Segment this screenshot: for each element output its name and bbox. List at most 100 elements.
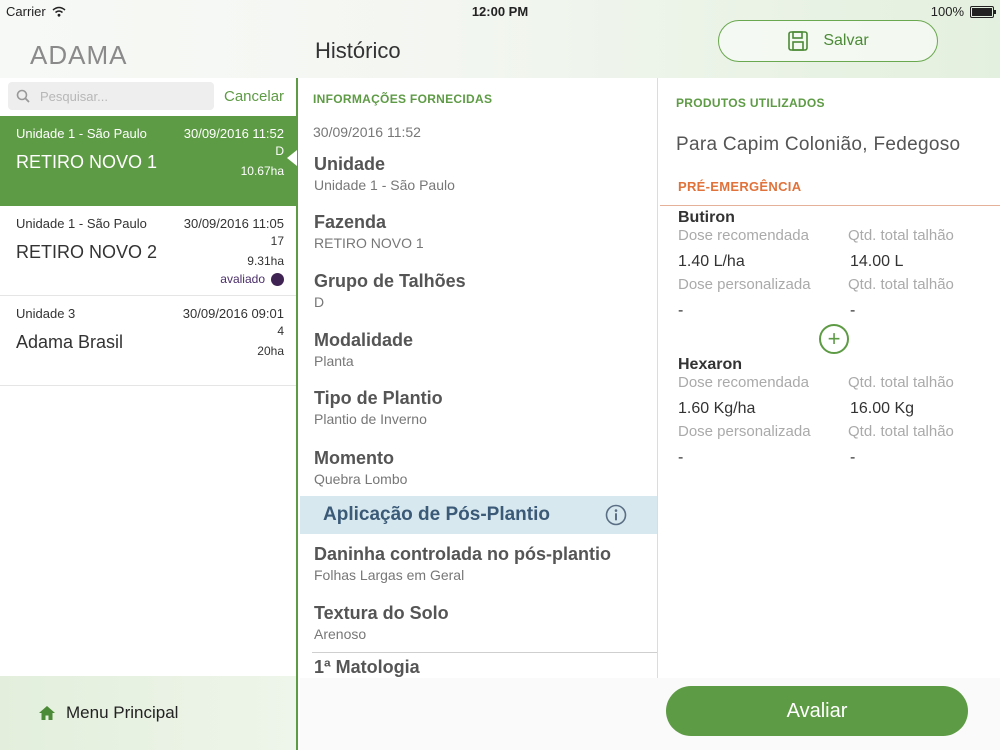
- battery-icon: [970, 5, 996, 18]
- dose-recommended-value: 1.60 Kg/ha: [678, 400, 756, 417]
- item-area: 10.67ha: [240, 164, 284, 178]
- field-value: RETIRO NOVO 1: [314, 235, 424, 251]
- item-date: 30/09/2016 11:05: [183, 216, 284, 231]
- products-section-title: PRODUTOS UTILIZADOS: [676, 96, 825, 110]
- field-first-weed-survey: 1ª Matologia: [314, 657, 420, 678]
- history-item[interactable]: Unidade 3 30/09/2016 09:01 Adama Brasil …: [0, 296, 296, 386]
- post-planting-title: Aplicação de Pós-Plantio: [323, 504, 550, 525]
- field-label: Textura do Solo: [314, 603, 449, 623]
- field-label: Momento: [314, 448, 394, 468]
- app-logo: ADAMA: [30, 40, 128, 70]
- evaluated-label: avaliado: [220, 272, 265, 286]
- total-qty-custom-value: -: [850, 449, 856, 466]
- main-menu-label: Menu Principal: [66, 703, 179, 722]
- item-unit: Unidade 1 - São Paulo: [16, 216, 147, 231]
- field-label: Unidade: [314, 154, 386, 174]
- field-controlled-weed: Daninha controlada no pós-plantio Folhas…: [314, 544, 611, 583]
- item-date: 30/09/2016 11:52: [183, 126, 284, 141]
- status-time: 12:00 PM: [471, 4, 529, 19]
- field-moment: Momento Quebra Lombo: [314, 448, 407, 487]
- field-unit: Unidade Unidade 1 - São Paulo: [314, 154, 455, 193]
- item-code: D: [275, 144, 284, 158]
- field-value: Unidade 1 - São Paulo: [314, 177, 455, 193]
- field-label: Daninha controlada no pós-plantio: [314, 544, 611, 564]
- dose-custom-value: -: [678, 302, 684, 319]
- evaluated-badge: avaliado: [220, 272, 284, 286]
- save-label: Salvar: [823, 32, 869, 49]
- item-unit: Unidade 1 - São Paulo: [16, 126, 147, 141]
- cancel-button[interactable]: Cancelar: [224, 88, 284, 105]
- history-item[interactable]: Unidade 1 - São Paulo 30/09/2016 11:05 R…: [0, 206, 296, 296]
- field-label: Tipo de Plantio: [314, 388, 443, 408]
- pre-emergence-title: PRÉ-EMERGÊNCIA: [678, 179, 802, 194]
- item-code: 4: [277, 324, 284, 338]
- pre-emergence-divider: [660, 205, 1000, 206]
- field-plot-group: Grupo de Talhões D: [314, 271, 466, 310]
- field-farm: Fazenda RETIRO NOVO 1: [314, 212, 424, 251]
- field-planting-type: Tipo de Plantio Plantio de Inverno: [314, 388, 443, 427]
- products-target: Para Capim Colonião, Fedegoso: [676, 134, 961, 155]
- add-product-button[interactable]: +: [819, 324, 849, 354]
- main-menu-button[interactable]: Menu Principal: [0, 676, 296, 750]
- total-qty-label: Qtd. total talhão: [848, 227, 954, 244]
- total-qty-custom-value: -: [850, 302, 856, 319]
- battery: 100%: [930, 4, 996, 19]
- field-label: Grupo de Talhões: [314, 271, 466, 291]
- evaluated-dot-icon: [271, 272, 284, 286]
- field-value: Planta: [314, 353, 354, 369]
- product-name: Hexaron: [678, 356, 743, 373]
- evaluate-button[interactable]: Avaliar: [666, 686, 968, 736]
- info-section-title: INFORMAÇÕES FORNECIDAS: [313, 92, 493, 106]
- field-label: Fazenda: [314, 212, 387, 232]
- field-value: Quebra Lombo: [314, 471, 408, 487]
- history-item-selected[interactable]: Unidade 1 - São Paulo 30/09/2016 11:52 R…: [0, 116, 297, 206]
- item-unit: Unidade 3: [16, 306, 76, 321]
- post-planting-section: Aplicação de Pós-Plantio: [300, 496, 657, 534]
- product-name: Butiron: [678, 209, 735, 226]
- item-code: 17: [270, 234, 284, 248]
- product-butiron: Butiron Dose recomendada Qtd. total talh…: [678, 209, 998, 324]
- field-soil-texture: Textura do Solo Arenoso: [314, 603, 449, 642]
- total-qty-value: 14.00 L: [850, 253, 904, 270]
- dose-custom-label: Dose personalizada: [678, 276, 811, 293]
- field-value: D: [314, 294, 325, 310]
- search-icon: [16, 89, 30, 103]
- selection-notch: [287, 150, 297, 166]
- status-bar: Carrier 12:00 PM 100%: [0, 0, 1000, 22]
- home-icon: [39, 706, 55, 720]
- info-date: 30/09/2016 11:52: [313, 124, 421, 140]
- history-sidebar: Cancelar Unidade 1 - São Paulo 30/09/201…: [0, 78, 298, 750]
- search-bar[interactable]: [8, 82, 214, 110]
- item-area: 9.31ha: [247, 254, 284, 268]
- field-label: Modalidade: [314, 330, 414, 350]
- total-qty-label: Qtd. total talhão: [848, 423, 954, 440]
- battery-label: 100%: [930, 4, 964, 19]
- field-modality: Modalidade Planta: [314, 330, 413, 369]
- action-bar: Avaliar: [300, 678, 1000, 750]
- total-qty-label: Qtd. total talhão: [848, 276, 954, 293]
- dose-recommended-label: Dose recomendada: [678, 227, 809, 244]
- field-label: 1ª Matologia: [314, 657, 420, 677]
- total-qty-label: Qtd. total talhão: [848, 374, 954, 391]
- field-value: Folhas Largas em Geral: [314, 567, 465, 583]
- info-icon[interactable]: [605, 504, 627, 526]
- item-name: RETIRO NOVO 1: [16, 152, 158, 172]
- save-button[interactable]: Salvar: [718, 20, 938, 62]
- info-panel: INFORMAÇÕES FORNECIDAS 30/09/2016 11:52 …: [300, 78, 658, 678]
- dose-custom-label: Dose personalizada: [678, 423, 811, 440]
- divider: [312, 652, 657, 653]
- dose-recommended-value: 1.40 L/ha: [678, 253, 745, 270]
- product-hexaron: Hexaron Dose recomendada Qtd. total talh…: [678, 356, 998, 471]
- field-value: Plantio de Inverno: [314, 411, 427, 427]
- item-date: 30/09/2016 09:01: [182, 306, 284, 321]
- page-title: Histórico: [315, 38, 401, 63]
- dose-custom-value: -: [678, 449, 684, 466]
- field-value: Arenoso: [314, 626, 367, 642]
- dose-recommended-label: Dose recomendada: [678, 374, 809, 391]
- item-name: Adama Brasil: [16, 332, 124, 352]
- search-input[interactable]: [38, 87, 202, 105]
- save-icon: [788, 31, 809, 51]
- products-panel: PRODUTOS UTILIZADOS Para Capim Colonião,…: [660, 78, 1000, 678]
- item-area: 20ha: [257, 344, 284, 358]
- item-name: RETIRO NOVO 2: [16, 242, 158, 262]
